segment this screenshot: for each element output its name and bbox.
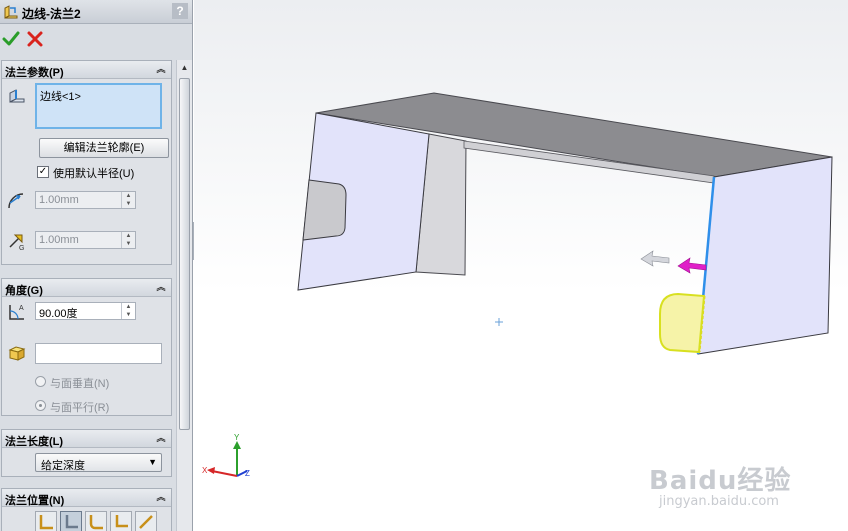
coordinate-triad: Y X Z — [202, 433, 250, 478]
triad-y-label: Y — [234, 433, 240, 442]
material-inside-icon — [39, 515, 53, 530]
tangent-bend-button[interactable] — [135, 511, 157, 531]
flange-parameters-header[interactable]: 法兰参数(P) ︽ — [2, 61, 171, 79]
gap-distance-icon: G — [9, 234, 24, 251]
collapse-chevron-icon[interactable]: ︽ — [155, 492, 167, 504]
flange-parameters-group: 法兰参数(P) ︽ 边线<1> 编辑法兰轮廓(E) ✓ 使用默认半径(U) 1.… — [1, 60, 172, 265]
watermark-site: jingyan.baidu.com — [659, 494, 779, 509]
virtual-sharp-icon — [115, 515, 128, 528]
bend-radius-icon — [8, 193, 24, 209]
edge-selection-icon — [9, 89, 25, 103]
scrollbar-thumb[interactable] — [179, 78, 190, 430]
dropdown-arrow-icon: ▼ — [148, 457, 157, 467]
reference-face-cube-icon — [8, 346, 26, 361]
property-manager: 边线-法兰2 ? 法兰参数(P) ︽ 边线<1> 编辑法兰轮廓(E) ✓ 使用默… — [0, 0, 193, 531]
edge-list-item[interactable]: 边线<1> — [40, 88, 81, 104]
ok-checkmark-icon[interactable] — [2, 30, 20, 48]
collapse-chevron-icon[interactable]: ︽ — [155, 433, 167, 445]
flange-position-group: 法兰位置(N) ︽ — [1, 488, 172, 531]
end-condition-value: 给定深度 — [41, 460, 85, 472]
edge-flange-icon — [4, 5, 18, 19]
watermark: Baidu经验 jingyan.baidu.com — [649, 460, 792, 509]
bend-radius-spinner[interactable]: 1.00mm ▲ ▼ — [35, 191, 136, 209]
sheet-metal-model[interactable]: Y X Z — [194, 0, 848, 531]
feature-title: 边线-法兰2 — [22, 7, 81, 21]
parallel-to-face-radio[interactable] — [35, 400, 46, 411]
bend-outside-icon — [89, 515, 103, 530]
spinner-arrows-icon[interactable]: ▲ ▼ — [121, 192, 135, 208]
reference-face-input[interactable] — [35, 343, 162, 364]
bend-radius-value: 1.00mm — [39, 194, 79, 206]
gap-distance-value: 1.00mm — [39, 234, 79, 246]
spinner-arrows-icon[interactable]: ▲ ▼ — [121, 303, 135, 319]
material-outside-button[interactable] — [60, 511, 82, 531]
collapse-chevron-icon[interactable]: ︽ — [155, 282, 167, 294]
edit-flange-profile-button[interactable]: 编辑法兰轮廓(E) — [39, 138, 169, 158]
svg-text:A: A — [19, 305, 24, 312]
flange-angle-icon: A — [9, 305, 24, 320]
flange-preview — [659, 292, 706, 354]
triad-z-label: Z — [245, 469, 250, 478]
material-outside-icon — [65, 515, 78, 529]
triad-x-label: X — [202, 466, 208, 475]
gap-distance-spinner[interactable]: 1.00mm ▲ ▼ — [35, 231, 136, 249]
graphics-viewport[interactable]: Y X Z Baidu经验 jingyan.baidu.com — [194, 0, 848, 531]
use-default-radius-label: 使用默认半径(U) — [53, 168, 135, 180]
flange-position-title: 法兰位置(N) — [5, 495, 65, 507]
edge-selection-list[interactable]: 边线<1> — [35, 83, 162, 129]
use-default-radius-checkbox[interactable]: ✓ — [37, 166, 49, 178]
perpendicular-to-face-label: 与面垂直(N) — [50, 378, 110, 390]
angle-title: 角度(G) — [5, 285, 43, 297]
panel-scrollbar[interactable]: ▲ — [176, 60, 192, 531]
flange-length-title: 法兰长度(L) — [5, 436, 64, 448]
angle-header[interactable]: 角度(G) ︽ — [2, 279, 171, 297]
flange-position-header[interactable]: 法兰位置(N) ︽ — [2, 489, 171, 507]
direction-arrow-icon — [640, 250, 670, 267]
right-wall-face — [697, 156, 833, 355]
svg-text:G: G — [19, 245, 24, 251]
flange-angle-spinner[interactable]: 90.00度 ▲ ▼ — [35, 302, 136, 320]
help-button[interactable]: ? — [172, 3, 188, 19]
drag-handle-arrow-icon — [677, 257, 707, 274]
property-manager-header: 边线-法兰2 ? — [0, 0, 192, 24]
virtual-sharp-button[interactable] — [110, 511, 132, 531]
cancel-x-icon[interactable] — [26, 30, 44, 48]
end-condition-select[interactable]: 给定深度 ▼ — [35, 453, 162, 472]
left-wall-notch — [302, 179, 347, 241]
flange-parameters-title: 法兰参数(P) — [5, 67, 64, 79]
watermark-brand: Baidu经验 — [649, 466, 792, 496]
tangent-bend-icon — [139, 515, 153, 529]
flange-length-group: 法兰长度(L) ︽ 给定深度 ▼ — [1, 429, 172, 477]
spinner-arrows-icon[interactable]: ▲ ▼ — [121, 232, 135, 248]
flange-angle-value: 90.00度 — [39, 308, 78, 320]
parallel-to-face-label: 与面平行(R) — [50, 402, 110, 414]
bend-outside-button[interactable] — [85, 511, 107, 531]
collapse-chevron-icon[interactable]: ︽ — [155, 64, 167, 76]
angle-group: 角度(G) ︽ A 90.00度 ▲ ▼ 与面垂直(N) 与面平行(R) — [1, 278, 172, 416]
origin-marker-icon — [495, 318, 503, 326]
material-inside-button[interactable] — [35, 511, 57, 531]
perpendicular-to-face-radio[interactable] — [35, 376, 46, 387]
scroll-up-arrow-icon[interactable]: ▲ — [178, 62, 191, 74]
flange-length-header[interactable]: 法兰长度(L) ︽ — [2, 430, 171, 448]
